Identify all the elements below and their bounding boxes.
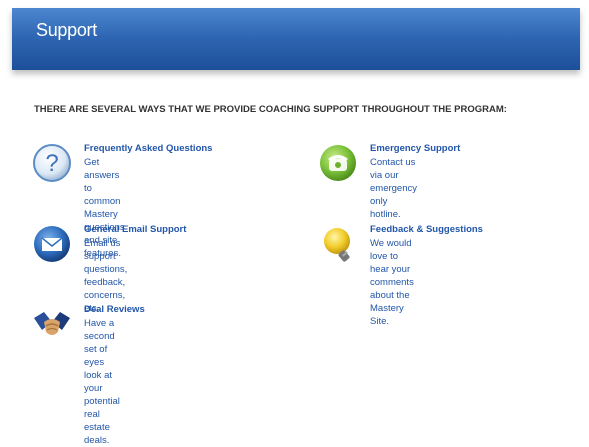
svg-text:?: ? [45,150,58,177]
deal-reviews-title[interactable]: Deal Reviews [84,304,145,315]
envelope-icon [32,224,72,264]
emergency-title[interactable]: Emergency Support [370,143,460,154]
emergency-description: Contact us via our emergency only hotlin… [370,157,417,220]
intro-text: THERE ARE SEVERAL WAYS THAT WE PROVIDE C… [34,104,507,115]
feedback-description: We would love to hear your comments abou… [370,238,414,327]
support-panel: Support THERE ARE SEVERAL WAYS THAT WE P… [12,8,580,446]
feedback-title[interactable]: Feedback & Suggestions [370,224,483,235]
lightbulb-icon [318,224,358,264]
telephone-icon [318,143,358,183]
faq-title[interactable]: Frequently Asked Questions [84,143,212,154]
deal-reviews-description: Have a second set of eyes look at your p… [84,318,120,446]
question-icon: ? [32,143,72,183]
page-title: Support [36,20,97,40]
handshake-icon [32,304,72,344]
support-header: Support [12,8,580,70]
email-title[interactable]: General Email Support [84,224,186,235]
